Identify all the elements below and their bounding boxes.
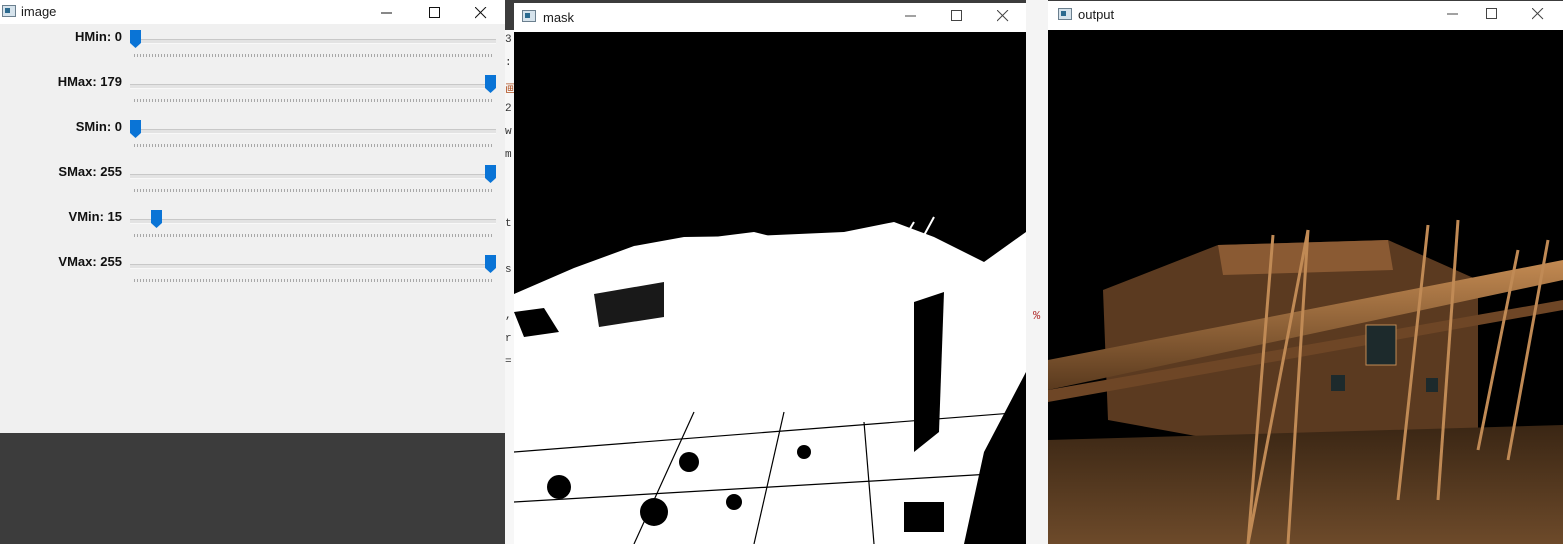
trackbar-track[interactable] — [130, 84, 496, 89]
trackbar-track[interactable] — [130, 174, 496, 179]
background-strip — [1026, 0, 1048, 544]
close-icon — [474, 6, 487, 19]
console-fragment: m — [505, 149, 512, 161]
trackbar-row: VMax: 255 — [0, 249, 505, 294]
console-fragment: r — [505, 333, 512, 345]
window-app-icon — [1058, 8, 1072, 20]
maximize-button[interactable] — [412, 0, 458, 24]
trackbar-ticks — [134, 144, 494, 147]
close-button[interactable] — [458, 0, 504, 24]
console-fragment: 3 — [505, 34, 512, 46]
output-image — [1048, 30, 1563, 544]
trackbar-label: SMax: 255 — [58, 164, 122, 179]
trackbar-track[interactable] — [130, 39, 496, 44]
trackbar-thumb[interactable] — [485, 165, 496, 183]
trackbar-row: VMin: 15 — [0, 204, 505, 249]
trackbar-label: HMin: 0 — [75, 29, 122, 44]
mask-window[interactable]: mask — [514, 3, 1026, 544]
window-app-icon — [522, 10, 536, 22]
trackbar-row: HMax: 179 — [0, 69, 505, 114]
trackbar-thumb[interactable] — [485, 255, 496, 273]
percent-fragment: % — [1033, 309, 1041, 323]
console-fragment: s — [505, 264, 512, 276]
trackbar-thumb[interactable] — [150, 210, 162, 228]
image-window[interactable]: image HMin: 0 HMax: 179 SMin: 0 SMax: 255 VM… — [0, 0, 505, 433]
close-icon — [1531, 7, 1544, 20]
console-fragment: t — [505, 218, 512, 230]
close-button[interactable] — [980, 3, 1026, 31]
mask-titlebar[interactable]: mask — [514, 3, 1026, 32]
trackbar-panel: HMin: 0 HMax: 179 SMin: 0 SMax: 255 VMin: 15… — [0, 24, 505, 433]
trackbar-row: HMin: 0 — [0, 24, 505, 69]
close-button[interactable] — [1515, 1, 1561, 29]
console-fragment: = — [505, 356, 512, 368]
trackbar-row: SMax: 255 — [0, 159, 505, 204]
maximize-icon — [1486, 8, 1497, 19]
trackbar-ticks — [134, 54, 494, 57]
trackbar-ticks — [134, 234, 494, 237]
output-window[interactable]: output — [1048, 1, 1563, 544]
minimize-icon — [905, 15, 916, 17]
trackbar-ticks — [134, 279, 494, 282]
maximize-button[interactable] — [1469, 1, 1515, 29]
mask-image — [514, 32, 1026, 544]
minimize-button[interactable] — [888, 3, 934, 31]
console-fragment: w — [505, 126, 512, 138]
trackbar-label: HMax: 179 — [57, 74, 122, 89]
minimize-button[interactable] — [364, 0, 410, 24]
console-fragment: : — [505, 57, 512, 69]
maximize-icon — [951, 10, 962, 21]
output-titlebar[interactable]: output — [1048, 1, 1563, 30]
output-picture — [1048, 30, 1563, 544]
window-title: image — [21, 4, 57, 19]
trackbar-track[interactable] — [130, 219, 496, 224]
trackbar-label: VMax: 255 — [58, 254, 122, 269]
trackbar-thumb[interactable] — [130, 30, 141, 48]
trackbar-thumb[interactable] — [485, 75, 496, 93]
console-fragment: , — [505, 310, 512, 322]
minimize-icon — [1447, 13, 1458, 15]
image-titlebar[interactable]: image — [0, 0, 505, 24]
trackbar-label: SMin: 0 — [75, 119, 122, 134]
window-title: output — [1078, 7, 1115, 22]
window-app-icon — [2, 5, 16, 17]
minimize-icon — [381, 12, 392, 14]
trackbar-track[interactable] — [130, 264, 496, 269]
close-icon — [996, 9, 1009, 22]
trackbar-thumb[interactable] — [130, 120, 141, 138]
trackbar-row: SMin: 0 — [0, 114, 505, 159]
trackbar-ticks — [134, 189, 494, 192]
console-strip: 3 : 画 2 w m t s , r = — [505, 30, 514, 544]
trackbar-ticks — [134, 99, 494, 102]
console-fragment: 画 — [505, 84, 514, 96]
trackbar-track[interactable] — [130, 129, 496, 134]
maximize-icon — [429, 7, 440, 18]
trackbar-label: VMin: 15 — [68, 209, 122, 224]
maximize-button[interactable] — [934, 3, 980, 31]
console-fragment: 2 — [505, 103, 512, 115]
mask-picture — [514, 32, 1026, 544]
window-title: mask — [543, 10, 575, 25]
